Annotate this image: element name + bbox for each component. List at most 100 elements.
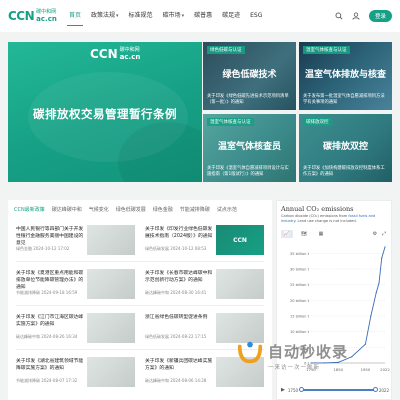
logo-domain: ac.cn	[36, 15, 57, 23]
logo-mark: CCN	[8, 9, 35, 23]
user-icon[interactable]	[352, 11, 361, 21]
nav-item-label: 标准规范	[128, 12, 153, 19]
card-title: 绿色低碳技术	[222, 70, 277, 80]
chart-subtitle-text: . Land use change is not included.	[295, 218, 357, 223]
card-desc: 关于发布第一批温室气体自愿减排项目方法学有关事项的通知	[303, 94, 385, 105]
y-tick-label: 20 billion t	[290, 299, 310, 303]
news-tab[interactable]: 绿色低碳发展	[116, 206, 146, 214]
news-tab[interactable]: 气候变化	[89, 206, 109, 214]
news-title[interactable]: 关于印发《长春市碳达峰碳中和示范创新行动方案》的通知	[145, 270, 215, 284]
chart-subtitle-text: Carbon dioxide (CO₂) emissions from	[281, 214, 349, 218]
data-point	[370, 315, 372, 317]
chart-subtitle: Carbon dioxide (CO₂) emissions from foss…	[281, 214, 389, 223]
card-desc: 关于印发《温室气体自愿减排项目设计与实施指南（第1版试行）》的通知	[207, 166, 289, 177]
chevron-down-icon: ▾	[181, 13, 185, 19]
page: CCN 碳中和网 ac.cn 首页 政策法规▾ 标准规范 碳市场▾ 碳普惠 碳足迹 ESG …	[0, 0, 400, 400]
nav-item[interactable]: ESG	[245, 0, 267, 32]
nav-item-label: 碳市场	[162, 12, 181, 19]
chevron-down-icon: ▾	[116, 13, 119, 19]
feature-card-ghg-verification[interactable]: 温室气体核查与认证 温室气体排放与核查 关于发布第一批温室气体自愿减排项目方法学…	[299, 42, 392, 110]
news-meta: 绿色金融 2024-10-12 17:02	[16, 246, 70, 251]
nav-item[interactable]: 政策法规▾	[86, 0, 124, 32]
feature-card-low-carbon-tech[interactable]: 绿色低碳与认证 绿色低碳技术 关于印发《绿色低碳先进技术示范项目清单（第一批）》…	[203, 42, 296, 110]
news-thumbnail[interactable]	[87, 357, 135, 387]
watermark-text: 自动秒收录	[268, 343, 349, 361]
hero-logo-domain: ac.cn	[119, 53, 141, 61]
divider	[16, 305, 264, 306]
hero-logo-mark: CCN	[90, 47, 118, 61]
site-logo[interactable]: CCN 碳中和网 ac.cn	[8, 6, 57, 26]
news-item[interactable]: 关于印发《夏港区重点用能和碳排放单位节能降碳管理办法》的通知 节能减排降碳 202…	[12, 264, 137, 302]
login-button[interactable]: 登录	[368, 10, 392, 22]
nav-item-label: ESG	[250, 12, 263, 19]
chart-actions: ⚙ ⤢	[372, 230, 387, 238]
card-title: 温室气体核查员	[217, 142, 281, 152]
y-tick-label: 15 billion t	[290, 314, 310, 318]
card-title: 温室气体排放与核查	[304, 70, 386, 80]
watermark: 自动秒收录 一来访一次一刷新	[200, 335, 400, 400]
news-title[interactable]: 浙江省绿色低碳转型促进条例	[145, 314, 215, 321]
news-thumbnail[interactable]: CCN	[216, 225, 264, 255]
news-thumbnail[interactable]	[216, 269, 264, 299]
header-actions: 登录	[335, 10, 392, 22]
chart-view-tabs: 📈 🗺 ▦	[281, 230, 327, 238]
logo-text: 碳中和网 ac.cn	[36, 9, 57, 23]
data-point	[378, 282, 380, 284]
news-item[interactable]: 关于印发《长春市碳达峰碳中和示范创新行动方案》的通知碳达峰碳中和 2024-08…	[141, 264, 266, 302]
news-item[interactable]: 中国人民银行等四部门关于开发性银行金融服务美丽中国建设的意见 绿色金融 2024-…	[12, 220, 137, 258]
nav-item[interactable]: 标准规范	[124, 0, 158, 32]
feature-card-ghg-verifier[interactable]: 温室气体核查与认证 温室气体核查员 关于印发《温室气体自愿减排项目设计与实施指南…	[203, 114, 296, 182]
news-title[interactable]: 关于印发《江门市江海区碳达峰实施方案》的通知	[16, 314, 86, 328]
news-tab[interactable]: 节能减排降碳	[180, 206, 210, 214]
card-tag: 温室气体核查与认证	[303, 46, 350, 54]
news-tab[interactable]: CCN最新政策	[14, 206, 45, 214]
watermark-logo	[237, 341, 263, 364]
nav-item[interactable]: 首页	[64, 0, 86, 32]
news-item[interactable]: 关于印发《湖北省建筑领域节能降碳实施方案》的通知 节能减排降碳 2024-08-0…	[12, 352, 137, 390]
divider	[16, 261, 264, 262]
card-tag: 温室气体核查与认证	[207, 118, 254, 126]
card-desc: 关于印发《绿色低碳先进技术示范项目清单（第一批）》的通知	[207, 94, 289, 105]
y-tick-label: 30 billion t	[290, 267, 310, 271]
thumb-logo: CCN	[233, 236, 247, 244]
nav-item[interactable]: 碳普惠	[189, 0, 217, 32]
expand-icon[interactable]: ⤢	[381, 230, 387, 238]
news-thumbnail[interactable]	[87, 225, 135, 255]
nav-item-label: 政策法规	[91, 12, 116, 19]
nav-item-label: 首页	[69, 12, 82, 19]
card-title: 碳排放双控	[322, 142, 368, 152]
hero-title: 碳排放权交易管理暂行条例	[33, 107, 177, 121]
search-icon[interactable]	[335, 12, 344, 21]
news-title[interactable]: 关于印发《印发行业绿色低碳发展技术指南（2024版）》的通知	[145, 226, 215, 240]
news-tab[interactable]: 碳达峰碳中和	[52, 206, 82, 214]
card-tag: 碳排放双控	[303, 118, 332, 126]
news-tab[interactable]: 试点示范	[217, 206, 237, 214]
news-thumbnail[interactable]	[87, 313, 135, 343]
news-title[interactable]: 关于印发《湖北省建筑领域节能降碳实施方案》的通知	[16, 358, 86, 372]
news-item[interactable]: 关于印发《印发行业绿色低碳发展技术指南（2024版）》的通知 绿色低碳发展 202…	[141, 220, 266, 258]
news-title[interactable]: 关于印发《夏港区重点用能和碳排放单位节能降碳管理办法》的通知	[16, 270, 86, 291]
nav-item-label: 碳足迹	[222, 12, 241, 19]
chart-view-tab-chart[interactable]: 📈	[281, 230, 293, 238]
watermark-subtext: 一来访一次一刷新	[268, 365, 321, 371]
data-point	[384, 246, 386, 248]
hero-main-banner[interactable]: CCN 碳中和网 ac.cn 碳排放权交易管理暂行条例	[8, 42, 202, 182]
news-tabs: CCN最新政策 碳达峰碳中和 气候变化 绿色低碳发展 绿色金融 节能减排降碳 试点示范	[8, 200, 272, 214]
news-meta: 节能减排降碳 2024-09-18 16:59	[16, 290, 78, 295]
card-desc: 关于印发《加快构建碳排放双控制度体系工作方案》的通知	[303, 166, 385, 177]
news-tab[interactable]: 绿色金融	[153, 206, 173, 214]
data-point	[375, 291, 377, 294]
settings-icon[interactable]: ⚙	[372, 230, 378, 238]
news-item[interactable]: 关于印发《江门市江海区碳达峰实施方案》的通知 碳达峰碳中和 2024-08-26 …	[12, 308, 137, 346]
news-meta: 碳达峰碳中和 2024-08-30 16:41	[145, 290, 207, 295]
feature-card-dual-control[interactable]: 碳排放双控 碳排放双控 关于印发《加快构建碳排放双控制度体系工作方案》的通知	[299, 114, 392, 182]
news-thumbnail[interactable]	[87, 269, 135, 299]
chart-view-tab-map[interactable]: 🗺	[298, 230, 310, 238]
chart-title: Annual CO₂ emissions	[281, 205, 354, 213]
chart-view-tab-table[interactable]: ▦	[315, 230, 327, 238]
news-meta: 绿色低碳发展 2024-08-22 17:15	[145, 334, 207, 339]
card-tag: 绿色低碳与认证	[207, 46, 245, 54]
nav-item[interactable]: 碳市场▾	[158, 0, 190, 32]
news-title[interactable]: 中国人民银行等四部门关于开发性银行金融服务美丽中国建设的意见	[16, 226, 86, 247]
nav-item[interactable]: 碳足迹	[217, 0, 245, 32]
